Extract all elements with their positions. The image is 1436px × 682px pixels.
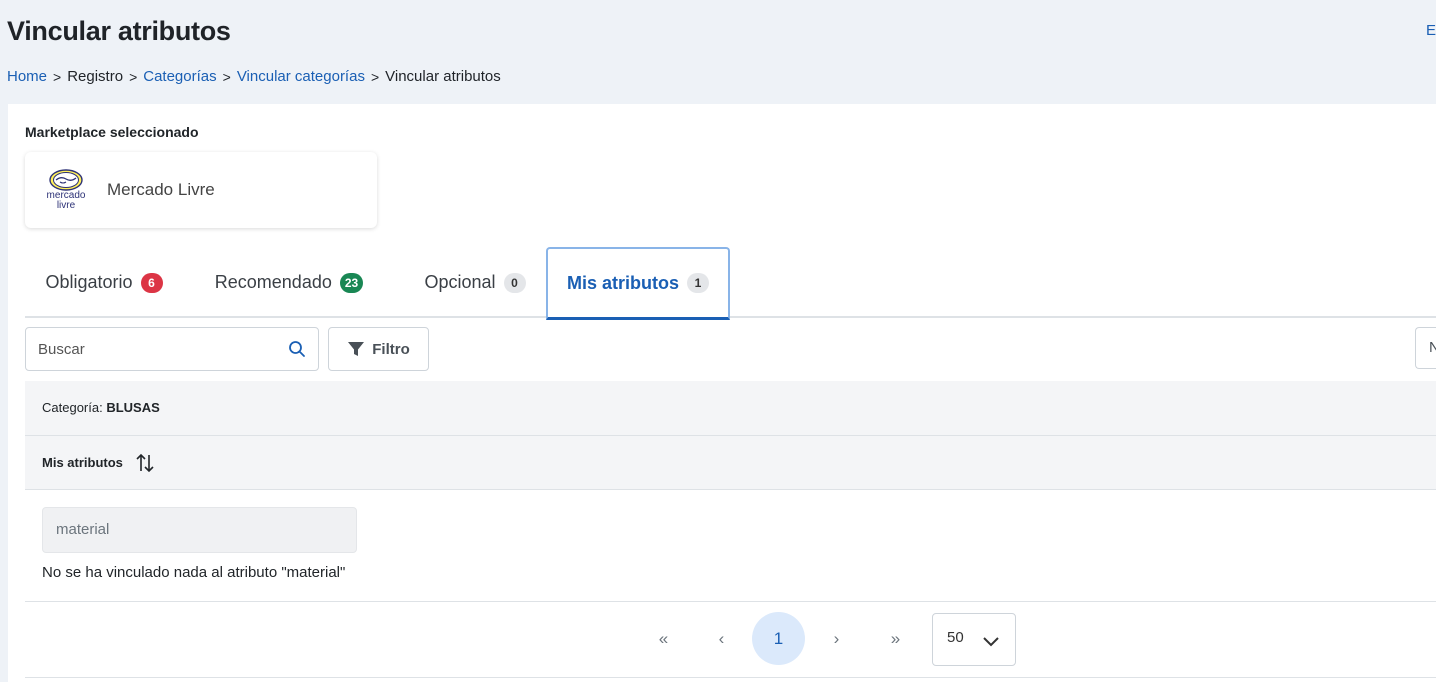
breadcrumb-chevron-icon: > bbox=[53, 68, 62, 85]
mercado-livre-logo: mercado livre bbox=[41, 165, 91, 215]
tab-mis-atributos[interactable]: Mis atributos 1 bbox=[546, 247, 730, 320]
sort-icon[interactable] bbox=[135, 452, 155, 474]
prev-page-button[interactable]: ‹ bbox=[695, 612, 748, 665]
attribute-field: material bbox=[42, 507, 357, 553]
double-chevron-right-icon: » bbox=[890, 628, 901, 648]
next-page-button[interactable]: › bbox=[810, 612, 863, 665]
tab-label: Obligatorio bbox=[45, 272, 133, 292]
category-bar: Categoría: BLUSAS bbox=[25, 381, 1436, 435]
last-page-button[interactable]: » bbox=[869, 612, 922, 665]
tab-count-badge: 0 bbox=[503, 272, 526, 293]
logo-text-livre: livre bbox=[56, 200, 76, 211]
breadcrumb: Home > Registro > Categorías > Vincular … bbox=[7, 68, 501, 85]
breadcrumb-home[interactable]: Home bbox=[7, 68, 47, 85]
tab-label: Mis atributos bbox=[566, 272, 679, 293]
breadcrumb-categorias[interactable]: Categorías bbox=[143, 68, 216, 85]
tab-obligatorio[interactable]: Obligatorio 6 bbox=[29, 247, 179, 318]
table-row: material No se ha vinculado nada al atri… bbox=[25, 490, 1436, 602]
search-input[interactable] bbox=[26, 328, 276, 370]
marketplace-section-label: Marketplace seleccionado bbox=[25, 124, 199, 140]
breadcrumb-current: Vincular atributos bbox=[385, 68, 501, 85]
breadcrumb-chevron-icon: > bbox=[129, 68, 138, 85]
breadcrumb-registro: Registro bbox=[67, 68, 124, 85]
marketplace-name: Mercado Livre bbox=[107, 180, 215, 199]
search-box bbox=[25, 327, 319, 371]
tab-label: Opcional bbox=[424, 272, 496, 292]
column-header-label: Mis atributos bbox=[42, 455, 123, 470]
breadcrumb-vincular-categorias[interactable]: Vincular categorías bbox=[237, 68, 365, 85]
tab-opcional[interactable]: Opcional 0 bbox=[401, 247, 549, 318]
page-header: Vincular atributos E Home > Registro > C… bbox=[0, 0, 1436, 104]
double-chevron-left-icon: « bbox=[658, 628, 669, 648]
tab-label: Recomendado bbox=[214, 272, 332, 292]
attribute-tabs: Obligatorio 6 Recomendado 23 Opcional 0 … bbox=[25, 247, 1436, 320]
chevron-down-icon bbox=[983, 637, 999, 647]
page-size-value: 50 bbox=[947, 629, 964, 646]
chevron-right-icon: › bbox=[833, 628, 840, 648]
left-margin bbox=[0, 104, 8, 682]
right-toolbar-control[interactable]: N bbox=[1415, 327, 1436, 369]
pagination: « ‹ 1 › » 50 bbox=[25, 602, 1436, 678]
handshake-logo-icon bbox=[49, 169, 83, 191]
filter-button[interactable]: Filtro bbox=[328, 327, 429, 371]
page-title: Vincular atributos bbox=[7, 16, 231, 46]
page-size-select[interactable]: 50 bbox=[932, 613, 1016, 666]
filter-label: Filtro bbox=[372, 340, 410, 358]
marketplace-card[interactable]: mercado livre Mercado Livre bbox=[25, 152, 377, 228]
category-label: Categoría: bbox=[42, 400, 103, 415]
attribute-message: No se ha vinculado nada al atributo "mat… bbox=[42, 564, 346, 581]
tab-count-badge: 6 bbox=[140, 272, 163, 293]
tab-count-badge: 1 bbox=[687, 273, 709, 293]
main-content: Marketplace seleccionado mercado livre M… bbox=[8, 104, 1436, 682]
chevron-left-icon: ‹ bbox=[718, 628, 725, 648]
category-value: BLUSAS bbox=[106, 400, 160, 415]
funnel-icon bbox=[348, 342, 365, 356]
tab-recomendado[interactable]: Recomendado 23 bbox=[199, 247, 379, 318]
page-button-current[interactable]: 1 bbox=[752, 612, 805, 665]
search-icon[interactable] bbox=[288, 340, 306, 358]
column-header: Mis atributos bbox=[25, 435, 1436, 490]
header-edge-link[interactable]: E bbox=[1426, 22, 1436, 39]
tab-count-badge: 23 bbox=[339, 272, 364, 293]
first-page-button[interactable]: « bbox=[637, 612, 690, 665]
breadcrumb-chevron-icon: > bbox=[222, 68, 231, 85]
breadcrumb-chevron-icon: > bbox=[370, 68, 380, 85]
